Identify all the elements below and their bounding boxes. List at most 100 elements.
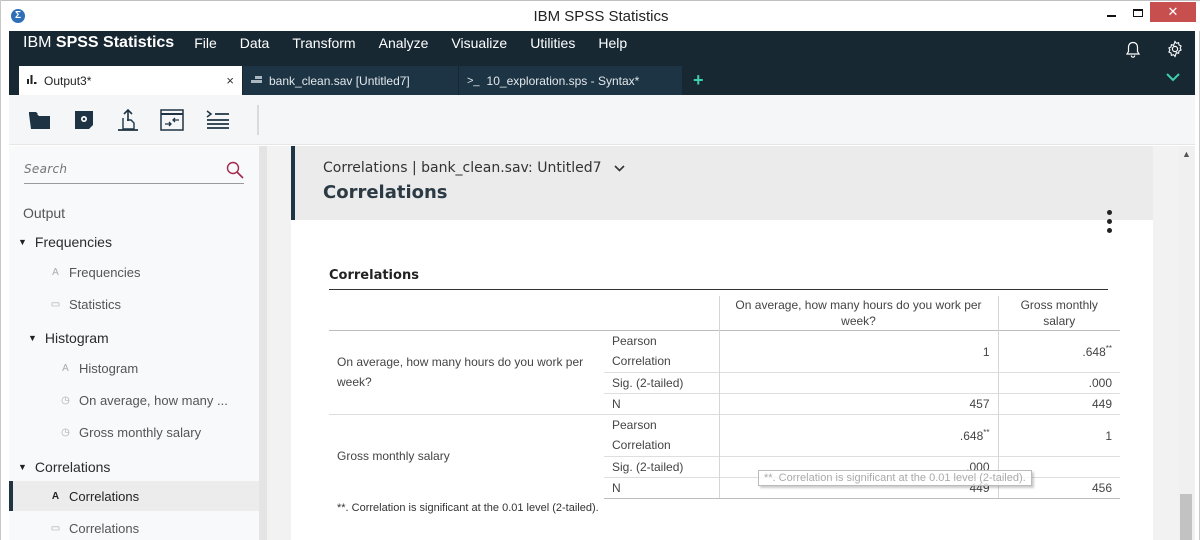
- node-label: On average, how many ...: [79, 392, 228, 408]
- close-window-button[interactable]: ✕: [1150, 2, 1196, 22]
- node-label: Histogram: [79, 360, 139, 376]
- node-label: Correlations: [69, 520, 140, 536]
- brand-logo: IBM SPSS Statistics: [23, 34, 174, 52]
- search-icon[interactable]: [226, 161, 244, 184]
- stat-label: Sig. (2-tailed): [604, 455, 719, 477]
- selection-indicator: [9, 481, 13, 511]
- node-label: Frequencies: [34, 234, 112, 250]
- save-button[interactable]: [71, 107, 97, 133]
- scrollbar-thumb[interactable]: [1180, 494, 1192, 540]
- caret-down-icon[interactable]: ▼: [18, 462, 27, 472]
- node-label: Correlations: [34, 459, 111, 475]
- row-label: Gross monthly salary: [329, 413, 604, 498]
- breadcrumb-text: Correlations | bank_clean.sav: Untitled7: [323, 160, 602, 176]
- brand-name: SPSS Statistics: [55, 34, 175, 51]
- node-label: Output: [23, 205, 66, 221]
- page-title: Correlations: [323, 182, 448, 203]
- stat-label: Pearson Correlation: [604, 413, 719, 456]
- chevron-down-icon[interactable]: [614, 162, 625, 175]
- tree-node-correlations-title[interactable]: A Correlations: [9, 481, 259, 511]
- output-card: Correlations | bank_clean.sav: Untitled7…: [291, 146, 1153, 540]
- footnote-tooltip: **. Correlation is significant at the 0.…: [758, 470, 1032, 486]
- tab-label: Output3*: [44, 73, 92, 88]
- column-header: On average, how many hours do you work p…: [718, 296, 998, 330]
- search-field[interactable]: [24, 160, 244, 184]
- collapse-icon: [160, 109, 184, 131]
- chevron-down-icon[interactable]: [1166, 69, 1180, 85]
- tab-label: bank_clean.sav [Untitled7]: [269, 73, 410, 88]
- add-tab-button[interactable]: +: [693, 66, 704, 95]
- table-icon: ▭: [50, 522, 61, 534]
- menu-transform[interactable]: Transform: [292, 35, 355, 51]
- more-options-icon[interactable]: [1105, 210, 1113, 233]
- node-label: Statistics: [69, 296, 122, 312]
- export-button[interactable]: [115, 107, 141, 133]
- outline-button[interactable]: [205, 107, 231, 133]
- node-label: Correlations: [69, 488, 140, 504]
- table-cell: 1: [997, 413, 1120, 456]
- title-icon: A: [62, 362, 69, 374]
- caret-down-icon[interactable]: ▼: [18, 237, 27, 247]
- sidebar-splitter[interactable]: [259, 146, 267, 540]
- window-titlebar: Σ IBM SPSS Statistics ✕: [1, 0, 1200, 31]
- stat-label: Pearson Correlation: [604, 329, 719, 372]
- data-grid-icon: [251, 75, 262, 87]
- tree-node-output[interactable]: Output: [23, 198, 273, 228]
- title-icon: A: [51, 490, 60, 502]
- open-button[interactable]: [27, 107, 53, 133]
- table-cell: 457: [718, 392, 998, 414]
- menu-data[interactable]: Data: [240, 35, 270, 51]
- search-input[interactable]: [24, 160, 214, 176]
- stat-label: Sig. (2-tailed): [604, 371, 719, 393]
- table-cell: .000: [997, 371, 1120, 393]
- chart-icon: ◷: [61, 394, 70, 406]
- menu-help[interactable]: Help: [598, 35, 627, 51]
- table-title-rule: [329, 289, 1108, 290]
- maximize-icon: [1132, 8, 1143, 17]
- collapse-button[interactable]: [159, 107, 185, 133]
- breadcrumb[interactable]: Correlations | bank_clean.sav: Untitled7: [323, 160, 625, 176]
- close-tab-icon[interactable]: ×: [226, 73, 234, 88]
- menu-file[interactable]: File: [194, 35, 217, 51]
- brand-prefix: IBM: [23, 34, 52, 51]
- bell-icon[interactable]: [1125, 41, 1141, 64]
- stat-label: N: [604, 392, 719, 414]
- tab-output3[interactable]: Output3* ×: [19, 66, 243, 95]
- export-icon: [118, 108, 138, 131]
- table-footnote: **. Correlation is significant at the 0.…: [337, 502, 599, 514]
- scroll-up-icon[interactable]: ▲: [1182, 149, 1191, 159]
- tab-bank-clean[interactable]: bank_clean.sav [Untitled7]: [243, 66, 459, 95]
- spss-window: Σ IBM SPSS Statistics ✕ IBM SPSS Statist…: [0, 0, 1200, 540]
- app-header: IBM SPSS Statistics File Data Transform …: [9, 31, 1195, 95]
- table-cell: .648**: [718, 413, 998, 456]
- menu-utilities[interactable]: Utilities: [530, 35, 575, 51]
- bar-chart-icon: [27, 74, 37, 87]
- correlations-table: On average, how many hours do you work p…: [329, 296, 1120, 499]
- tree-node-histogram-group[interactable]: ▼ Histogram: [28, 323, 278, 353]
- table-cell: [718, 371, 998, 393]
- document-tabs: Output3* × bank_clean.sav [Untitled7] >_…: [19, 66, 704, 95]
- table-row: On average, how many hours do you work p…: [329, 329, 1120, 414]
- tab-syntax[interactable]: >_ 10_exploration.sps - Syntax*: [459, 66, 683, 95]
- folder-icon: [29, 112, 50, 129]
- column-header: Gross monthly salary: [997, 296, 1120, 330]
- card-header: Correlations | bank_clean.sav: Untitled7…: [291, 146, 1153, 220]
- gear-icon[interactable]: [1166, 40, 1184, 63]
- tree-node-frequencies-group[interactable]: ▼ Frequencies: [18, 227, 268, 257]
- node-label: Histogram: [44, 330, 109, 346]
- stat-label: N: [604, 476, 719, 499]
- menu-analyze[interactable]: Analyze: [379, 35, 429, 51]
- caret-down-icon[interactable]: ▼: [28, 333, 37, 343]
- node-label: Gross monthly salary: [79, 424, 202, 440]
- menu-bar: IBM SPSS Statistics File Data Transform …: [9, 31, 650, 55]
- vertical-scrollbar[interactable]: ▲: [1179, 146, 1195, 540]
- node-label: Frequencies: [69, 264, 141, 280]
- outline-list-icon: [206, 110, 229, 129]
- save-icon: [75, 111, 93, 129]
- tree-node-correlations-group[interactable]: ▼ Correlations: [18, 452, 268, 482]
- chart-icon: ◷: [61, 426, 70, 438]
- menu-visualize[interactable]: Visualize: [451, 35, 507, 51]
- toolbar-divider: [257, 105, 259, 135]
- terminal-icon: >_: [467, 74, 480, 87]
- title-icon: A: [52, 266, 59, 278]
